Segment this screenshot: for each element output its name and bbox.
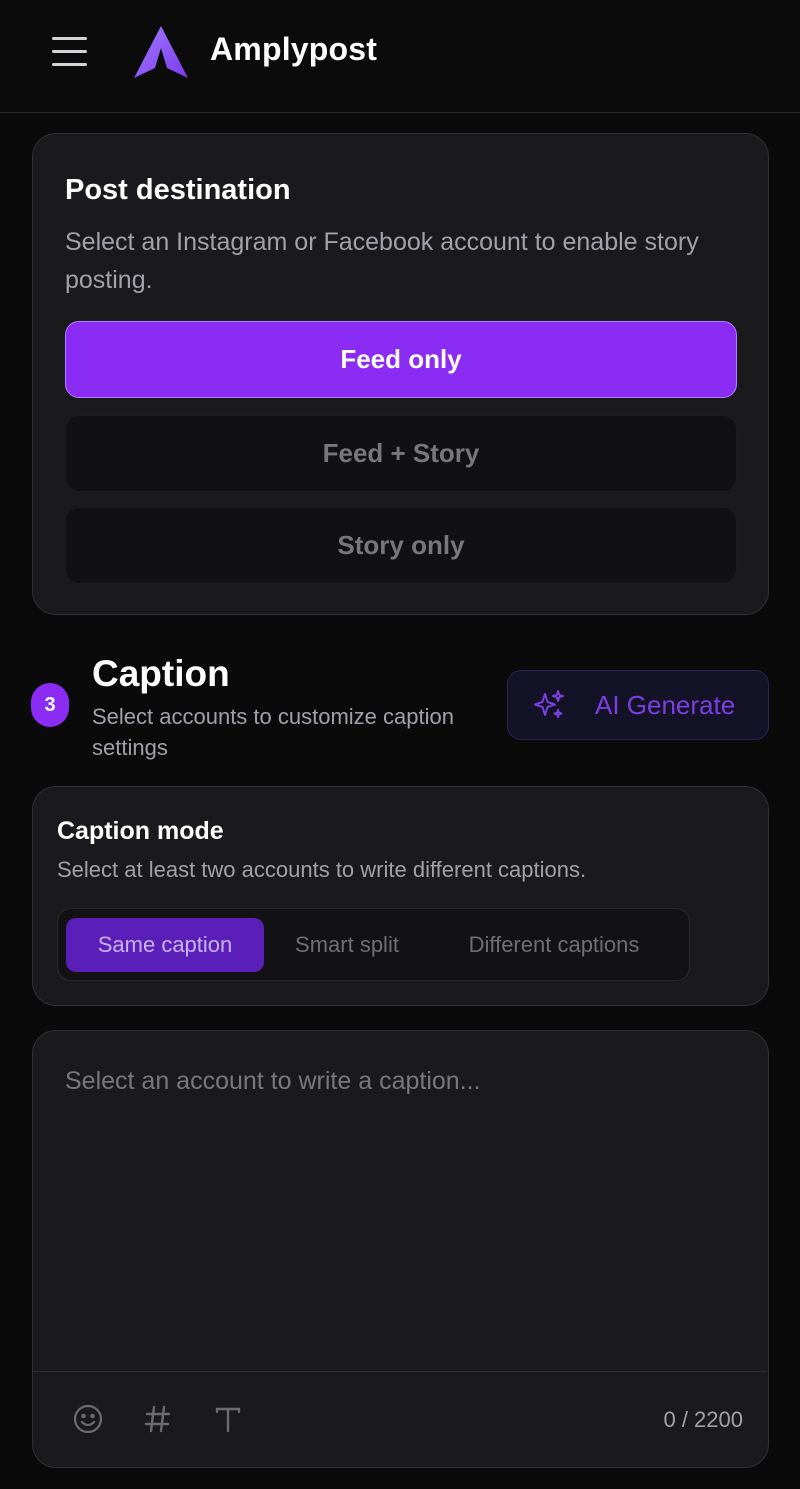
ai-generate-label: AI Generate: [595, 690, 736, 720]
amplypost-logo-icon: [134, 26, 188, 78]
step-number-badge: 3: [31, 683, 69, 727]
brand-name: Amplypost: [210, 31, 378, 67]
caption-mode-title: Caption mode: [57, 817, 224, 845]
post-destination-title: Post destination: [65, 174, 291, 206]
caption-editor[interactable]: Select an account to write a caption... …: [32, 1030, 769, 1468]
emoji-icon[interactable]: [71, 1402, 105, 1436]
same-caption-option[interactable]: Same caption: [66, 918, 264, 972]
ai-generate-button[interactable]: AI Generate: [507, 670, 769, 740]
caption-mode-subtitle: Select at least two accounts to write di…: [57, 857, 587, 882]
editor-toolbar: 0 / 2200: [33, 1371, 767, 1467]
character-counter: 0 / 2200: [663, 1407, 743, 1432]
post-destination-card: Post destination Select an Instagram or …: [32, 133, 769, 615]
caption-textarea-placeholder[interactable]: Select an account to write a caption...: [65, 1067, 481, 1096]
caption-mode-segmented-control: Same caption Smart split Different capti…: [57, 908, 690, 981]
hashtag-icon[interactable]: [141, 1402, 175, 1436]
feed-only-option[interactable]: Feed only: [65, 321, 737, 398]
app-header: Amplypost: [0, 0, 800, 113]
hamburger-menu-icon[interactable]: [50, 34, 90, 70]
smart-split-option[interactable]: Smart split: [272, 918, 422, 972]
caption-section-title: Caption: [92, 653, 230, 694]
different-captions-option[interactable]: Different captions: [438, 918, 670, 972]
caption-section-subtitle: Select accounts to customize caption set…: [92, 704, 454, 760]
post-destination-subtitle: Select an Instagram or Facebook account …: [65, 228, 699, 294]
sparkles-icon: [534, 690, 564, 718]
feed-story-option[interactable]: Feed + Story: [65, 415, 737, 492]
text-format-icon[interactable]: [211, 1402, 245, 1436]
story-only-option[interactable]: Story only: [65, 507, 737, 584]
caption-mode-card: Caption mode Select at least two account…: [32, 786, 769, 1006]
